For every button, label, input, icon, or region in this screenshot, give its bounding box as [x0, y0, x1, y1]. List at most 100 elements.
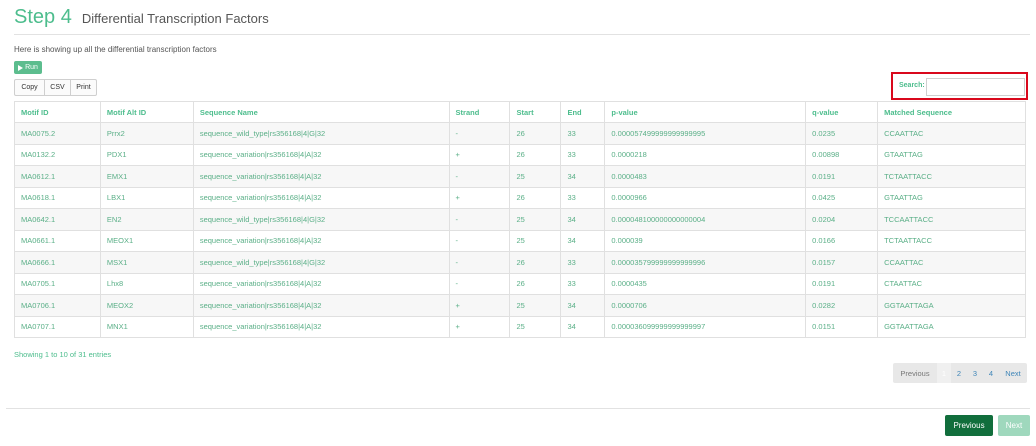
- footer-divider: [6, 408, 1030, 409]
- print-button[interactable]: Print: [70, 79, 97, 96]
- col-header-end[interactable]: End: [560, 101, 606, 123]
- table-row: MA0075.2 Prrx2 sequence_wild_type|rs3561…: [14, 122, 1026, 145]
- page-description: Here is showing up all the differential …: [14, 45, 217, 54]
- cell-start: 25: [509, 294, 562, 317]
- cell-motif-id: MA0706.1: [14, 294, 101, 317]
- cell-motif-alt-id: MEOX2: [99, 294, 194, 317]
- cell-motif-id: MA0707.1: [14, 315, 101, 338]
- col-header-motif-id[interactable]: Motif ID: [14, 101, 101, 123]
- step-previous-button[interactable]: Previous: [945, 415, 993, 436]
- cell-sequence-name: sequence_variation|rs356168|4|A|32: [192, 272, 450, 295]
- run-button-label: Run: [25, 64, 38, 71]
- cell-q-value: 0.0425: [805, 186, 879, 209]
- cell-start: 25: [509, 315, 562, 338]
- cell-q-value: 0.0151: [805, 315, 879, 338]
- col-header-p-value[interactable]: p-value: [604, 101, 807, 123]
- table-row: MA0707.1 MNX1 sequence_variation|rs35616…: [14, 315, 1026, 338]
- cell-end: 33: [560, 143, 606, 166]
- cell-p-value: 0.000057499999999999995: [604, 122, 807, 145]
- cell-motif-alt-id: PDX1: [99, 143, 194, 166]
- cell-sequence-name: sequence_variation|rs356168|4|A|32: [192, 165, 450, 188]
- cell-p-value: 0.0000435: [604, 272, 807, 295]
- cell-strand: -: [448, 229, 511, 252]
- cell-matched-sequence: CCAATTAC: [877, 122, 1026, 145]
- table-row: MA0618.1 LBX1 sequence_variation|rs35616…: [14, 186, 1026, 209]
- cell-matched-sequence: GTAATTAG: [877, 143, 1026, 166]
- cell-p-value: 0.000036099999999999997: [604, 315, 807, 338]
- step-subtitle: Differential Transcription Factors: [81, 11, 269, 26]
- col-header-motif-alt-id[interactable]: Motif Alt ID: [99, 101, 194, 123]
- run-button[interactable]: Run: [14, 61, 42, 74]
- cell-motif-alt-id: LBX1: [99, 186, 194, 209]
- cell-motif-id: MA0075.2: [14, 122, 101, 145]
- cell-sequence-name: sequence_wild_type|rs356168|4|G|32: [192, 208, 450, 231]
- cell-strand: -: [448, 251, 511, 274]
- pagination-previous[interactable]: Previous: [893, 363, 937, 383]
- cell-matched-sequence: CCAATTAC: [877, 251, 1026, 274]
- cell-q-value: 0.0157: [805, 251, 879, 274]
- cell-end: 34: [560, 229, 606, 252]
- cell-sequence-name: sequence_variation|rs356168|4|A|32: [192, 294, 450, 317]
- table-row: MA0132.2 PDX1 sequence_variation|rs35616…: [14, 143, 1026, 166]
- table-row: MA0612.1 EMX1 sequence_variation|rs35616…: [14, 165, 1026, 188]
- cell-start: 26: [509, 143, 562, 166]
- pagination-page-4[interactable]: 4: [983, 363, 999, 383]
- cell-strand: +: [448, 315, 511, 338]
- cell-strand: -: [448, 122, 511, 145]
- cell-sequence-name: sequence_wild_type|rs356168|4|G|32: [192, 122, 450, 145]
- cell-motif-id: MA0705.1: [14, 272, 101, 295]
- pagination-page-1[interactable]: 1: [937, 363, 951, 383]
- entries-info: Showing 1 to 10 of 31 entries: [14, 350, 112, 359]
- cell-motif-id: MA0132.2: [14, 143, 101, 166]
- cell-strand: -: [448, 165, 511, 188]
- cell-motif-alt-id: MSX1: [99, 251, 194, 274]
- cell-motif-alt-id: Lhx8: [99, 272, 194, 295]
- cell-start: 26: [509, 186, 562, 209]
- search-input[interactable]: [926, 78, 1025, 96]
- cell-p-value: 0.0000706: [604, 294, 807, 317]
- pagination-next[interactable]: Next: [999, 363, 1027, 383]
- cell-q-value: 0.0191: [805, 165, 879, 188]
- cell-matched-sequence: GTAATTAG: [877, 186, 1026, 209]
- search-label: Search:: [899, 82, 925, 89]
- step-header: Step 4 Differential Transcription Factor…: [14, 6, 269, 34]
- col-header-q-value[interactable]: q-value: [805, 101, 879, 123]
- cell-sequence-name: sequence_variation|rs356168|4|A|32: [192, 143, 450, 166]
- pagination-page-3[interactable]: 3: [967, 363, 983, 383]
- col-header-matched-sequence[interactable]: Matched Sequence: [877, 101, 1026, 123]
- cell-sequence-name: sequence_variation|rs356168|4|A|32: [192, 229, 450, 252]
- cell-p-value: 0.0000483: [604, 165, 807, 188]
- step-title: Step 4: [14, 6, 72, 28]
- cell-matched-sequence: TCTAATTACC: [877, 165, 1026, 188]
- cell-motif-alt-id: Prrx2: [99, 122, 194, 145]
- col-header-sequence-name[interactable]: Sequence Name: [192, 101, 450, 123]
- table-header-row: Motif ID Motif Alt ID Sequence Name Stra…: [14, 101, 1026, 123]
- cell-motif-alt-id: EN2: [99, 208, 194, 231]
- step-next-button[interactable]: Next: [998, 415, 1030, 436]
- play-icon: [18, 64, 24, 71]
- copy-button[interactable]: Copy: [14, 79, 45, 96]
- cell-start: 26: [509, 272, 562, 295]
- cell-end: 33: [560, 186, 606, 209]
- cell-matched-sequence: CTAATTAC: [877, 272, 1026, 295]
- col-header-strand[interactable]: Strand: [448, 101, 511, 123]
- cell-q-value: 0.0235: [805, 122, 879, 145]
- header-divider: [14, 34, 1030, 35]
- cell-motif-alt-id: MEOX1: [99, 229, 194, 252]
- csv-button[interactable]: CSV: [44, 79, 71, 96]
- cell-strand: -: [448, 208, 511, 231]
- cell-start: 25: [509, 208, 562, 231]
- cell-motif-id: MA0618.1: [14, 186, 101, 209]
- cell-motif-id: MA0661.1: [14, 229, 101, 252]
- pagination-page-2[interactable]: 2: [951, 363, 967, 383]
- cell-matched-sequence: GGTAATTAGA: [877, 315, 1026, 338]
- cell-p-value: 0.000035799999999999996: [604, 251, 807, 274]
- table-row: MA0666.1 MSX1 sequence_wild_type|rs35616…: [14, 251, 1026, 274]
- cell-start: 25: [509, 229, 562, 252]
- col-header-start[interactable]: Start: [509, 101, 562, 123]
- cell-strand: +: [448, 143, 511, 166]
- cell-start: 26: [509, 122, 562, 145]
- table-pagination: Previous 1 2 3 4 Next: [893, 363, 1027, 383]
- cell-p-value: 0.0000218: [604, 143, 807, 166]
- cell-end: 34: [560, 165, 606, 188]
